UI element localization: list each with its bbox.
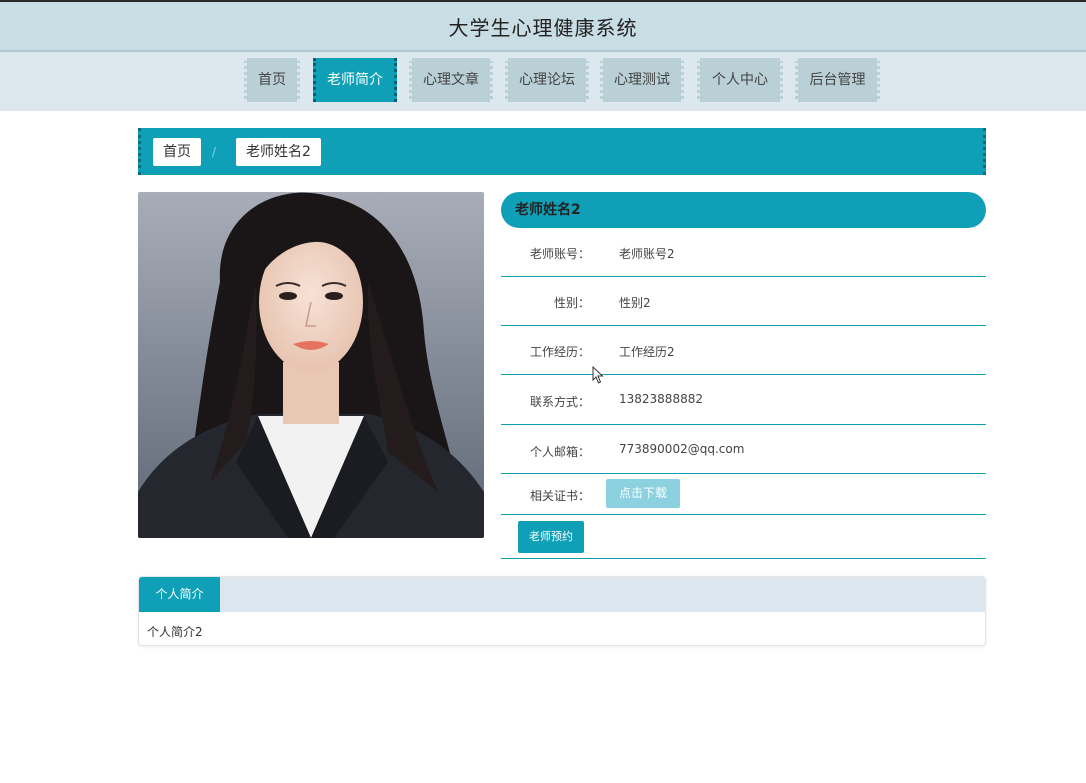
breadcrumb: 首页 / 老师姓名2 xyxy=(138,128,986,175)
booking-row: 老师预约 xyxy=(501,515,986,559)
mouse-cursor-icon xyxy=(592,365,604,388)
field-row-phone: 联系方式： 13823888882 xyxy=(501,375,986,425)
nav-item-admin[interactable]: 后台管理 xyxy=(795,58,880,102)
field-row-account: 老师账号： 老师账号2 xyxy=(501,228,986,277)
field-row-certificate: 相关证书： 点击下载 xyxy=(501,474,986,515)
field-row-experience: 工作经历： 工作经历2 xyxy=(501,326,986,375)
field-row-gender: 性别： 性别2 xyxy=(501,277,986,326)
field-label: 个人邮箱： xyxy=(529,445,590,459)
nav-item-tests[interactable]: 心理测试 xyxy=(600,58,684,102)
nav-item-home[interactable]: 首页 xyxy=(244,58,300,102)
nav-item-forum[interactable]: 心理论坛 xyxy=(505,58,589,102)
tab-content-text: 个人简介2 xyxy=(147,625,203,639)
intro-tabs-panel: 个人简介 个人简介2 xyxy=(138,576,986,646)
download-certificate-button[interactable]: 点击下载 xyxy=(606,479,680,508)
site-title: 大学生心理健康系统 xyxy=(448,15,638,40)
field-label: 工作经历： xyxy=(529,345,590,359)
nav-item-profile[interactable]: 个人中心 xyxy=(697,58,783,102)
field-label: 相关证书： xyxy=(529,489,590,503)
teacher-name-title: 老师姓名2 xyxy=(501,192,986,228)
breadcrumb-home[interactable]: 首页 xyxy=(153,138,201,166)
site-header: 大学生心理健康系统 xyxy=(0,0,1086,52)
breadcrumb-separator: / xyxy=(212,145,217,159)
field-value: 性别2 xyxy=(619,296,651,310)
field-label: 性别： xyxy=(553,296,590,310)
tab-personal-intro[interactable]: 个人简介 xyxy=(139,577,220,612)
field-row-email: 个人邮箱： 773890002@qq.com xyxy=(501,425,986,474)
nav-item-articles[interactable]: 心理文章 xyxy=(409,58,493,102)
book-teacher-button[interactable]: 老师预约 xyxy=(518,521,584,553)
field-value: 773890002@qq.com xyxy=(619,442,745,456)
tabs-bar: 个人简介 xyxy=(139,577,985,612)
field-value: 13823888882 xyxy=(619,392,703,406)
main-nav: 首页 老师简介 心理文章 心理论坛 心理测试 个人中心 后台管理 xyxy=(0,52,1086,111)
field-label: 老师账号： xyxy=(529,247,590,261)
teacher-photo xyxy=(138,192,484,538)
field-value: 老师账号2 xyxy=(619,247,675,261)
breadcrumb-current: 老师姓名2 xyxy=(236,138,321,166)
field-label: 联系方式： xyxy=(529,395,590,409)
nav-item-teachers[interactable]: 老师简介 xyxy=(313,58,397,102)
field-value: 工作经历2 xyxy=(619,345,675,359)
